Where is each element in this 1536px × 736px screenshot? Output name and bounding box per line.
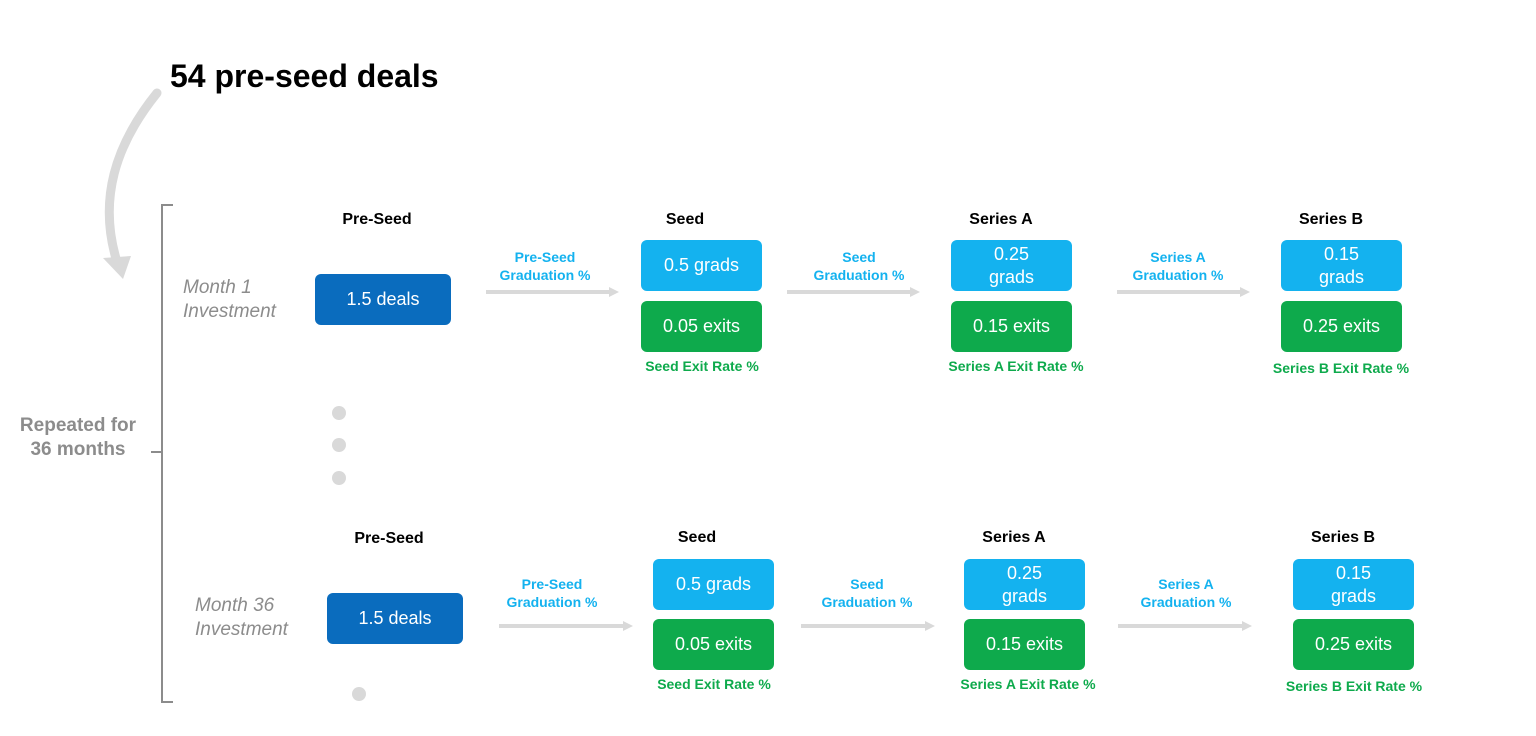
seed-grads-box: 0.5 grads xyxy=(653,559,774,610)
curved-arrow-head xyxy=(103,256,131,279)
stage-title-seed: Seed xyxy=(665,211,705,228)
stage-title-series-b: Series B xyxy=(1310,529,1376,546)
repeat-label: Repeated for 36 months xyxy=(19,415,137,460)
transition-label: Pre-Seed Graduation % xyxy=(506,576,598,610)
stage-title-pre-seed: Pre-Seed xyxy=(354,530,424,547)
series-b-exit-rate-label: Series B Exit Rate % xyxy=(1272,360,1410,376)
ellipsis-dot xyxy=(352,687,366,701)
series-b-grads-box: 0.15 grads xyxy=(1281,240,1402,291)
diagram-title: 54 pre-seed deals xyxy=(170,58,439,94)
seed-exits-box: 0.05 exits xyxy=(653,619,774,670)
transition-label: Seed Graduation % xyxy=(813,249,905,283)
transition-label: Pre-Seed Graduation % xyxy=(499,249,591,283)
series-b-grads-box: 0.15 grads xyxy=(1293,559,1414,610)
seed-grads-box: 0.5 grads xyxy=(641,240,762,291)
preseed-deals-box: 1.5 deals xyxy=(327,593,463,644)
seed-exit-rate-label: Seed Exit Rate % xyxy=(645,358,759,374)
curved-arrow xyxy=(104,88,162,267)
seed-exits-box: 0.05 exits xyxy=(641,301,762,352)
month-label: Month 36 Investment xyxy=(195,595,288,640)
bracket xyxy=(151,204,173,703)
series-b-exits-box: 0.25 exits xyxy=(1293,619,1414,670)
seed-exit-rate-label: Seed Exit Rate % xyxy=(657,676,771,692)
ellipsis-dot xyxy=(332,471,346,485)
stage-title-pre-seed: Pre-Seed xyxy=(342,211,412,228)
series-a-grads-box: 0.25 grads xyxy=(964,559,1085,610)
series-b-exits-box: 0.25 exits xyxy=(1281,301,1402,352)
transition-label: Series A Graduation % xyxy=(1140,576,1232,610)
stage-title-series-b: Series B xyxy=(1298,211,1364,228)
transition-label: Seed Graduation % xyxy=(821,576,913,610)
preseed-deals-box: 1.5 deals xyxy=(315,274,451,325)
ellipsis-dot xyxy=(332,406,346,420)
ellipsis-dot xyxy=(332,438,346,452)
series-a-exit-rate-label: Series A Exit Rate % xyxy=(960,676,1096,692)
stage-title-series-a: Series A xyxy=(982,529,1046,546)
stage-title-seed: Seed xyxy=(677,529,717,546)
series-b-exit-rate-label: Series B Exit Rate % xyxy=(1285,678,1423,694)
series-a-grads-box: 0.25 grads xyxy=(951,240,1072,291)
transition-label: Series A Graduation % xyxy=(1132,249,1224,283)
month-label: Month 1 Investment xyxy=(183,277,276,322)
series-a-exit-rate-label: Series A Exit Rate % xyxy=(948,358,1084,374)
stage-title-series-a: Series A xyxy=(969,211,1033,228)
series-a-exits-box: 0.15 exits xyxy=(964,619,1085,670)
series-a-exits-box: 0.15 exits xyxy=(951,301,1072,352)
